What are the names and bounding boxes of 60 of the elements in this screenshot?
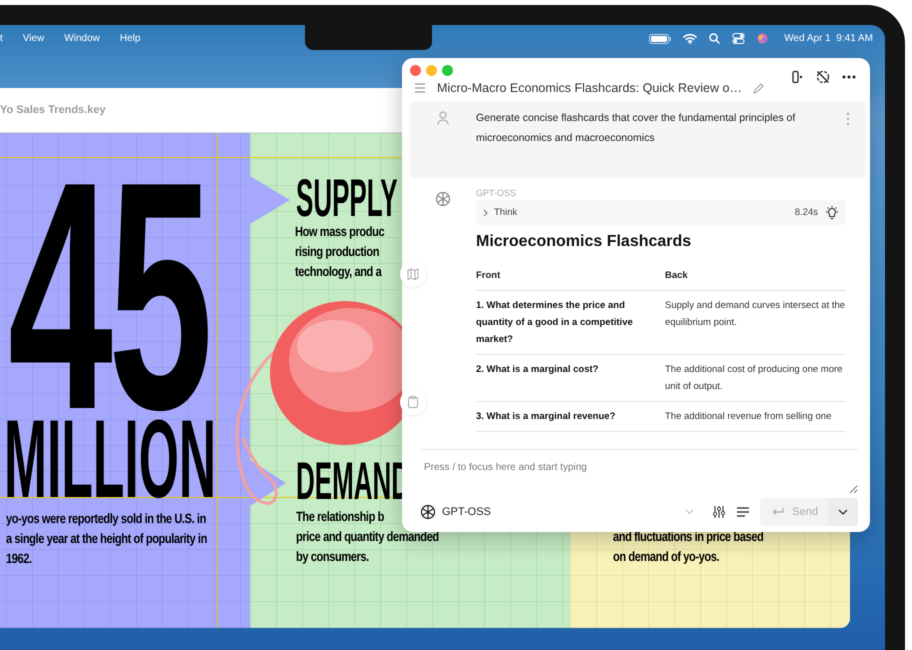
pencil-icon[interactable] (752, 82, 764, 94)
table-cell: 2. What is a marginal cost? (476, 354, 665, 402)
close-button[interactable] (410, 65, 421, 76)
chevron-down-icon (838, 509, 848, 515)
table-cell: 1. What determines the price and quantity of a good in a competitive market? (476, 290, 665, 354)
response-heading: Microeconomics Flashcards (476, 233, 692, 251)
lightbulb-icon (824, 204, 840, 220)
zoom-button[interactable] (442, 65, 453, 76)
map-icon (407, 268, 419, 280)
person-icon (437, 111, 449, 125)
slide-text-line: and fluctuations in price based (613, 528, 764, 546)
slide-text-line: on demand of yo-yos. (613, 548, 720, 566)
side-button[interactable] (400, 261, 426, 287)
clipboard-icon (408, 396, 418, 408)
pointer-triangle (250, 176, 290, 224)
side-button[interactable] (400, 389, 426, 415)
slide-text-line: rising production (295, 243, 380, 261)
table-cell: The additional cost of producing one more unit of output. (665, 354, 846, 402)
menu-bar-clock[interactable]: Wed Apr 1 9:41 AM (784, 33, 873, 44)
menu-icon[interactable] (414, 83, 426, 93)
colorful-orb-icon[interactable] (757, 33, 768, 44)
knot-logo-icon (435, 191, 451, 207)
menu-item[interactable]: t (0, 33, 3, 44)
slide-text-line: The relationship b (296, 508, 384, 526)
model-label: GPT-OSS (476, 188, 518, 198)
panel-toggle-icon[interactable] (790, 70, 804, 84)
battery-icon[interactable] (649, 34, 672, 44)
slide-text-line: How mass produc (295, 223, 384, 241)
think-toggle[interactable]: Think 8.24s (476, 200, 846, 225)
supply-heading: SUPPLY (296, 178, 398, 220)
duration-label: 8.24s (794, 207, 818, 218)
table-cell: The additional revenue from selling one (665, 402, 846, 432)
slide-text-line: price and quantity demanded (296, 528, 439, 546)
column-header: Front (476, 267, 665, 290)
user-message: Generate concise flashcards that cover the fundamental principles of microeconomics and macroeconomics (476, 111, 796, 146)
slide-text-line: by consumers. (296, 548, 369, 566)
toggle-switches-icon[interactable] (732, 33, 746, 44)
more-icon[interactable] (842, 75, 856, 79)
column-header: Back (665, 267, 846, 290)
model-selector[interactable]: GPT-OSS (420, 504, 702, 520)
wifi-icon[interactable] (683, 33, 698, 44)
pointer-triangle (250, 460, 286, 506)
chat-title: Micro-Macro Economics Flashcards: Quick Review o… (437, 81, 742, 95)
search-icon[interactable] (709, 33, 720, 44)
window-title: Yo Sales Trends.key (0, 104, 106, 116)
table-cell: 3. What is a marginal revenue? (476, 402, 665, 432)
return-icon (772, 507, 784, 517)
sliders-icon[interactable] (712, 505, 726, 519)
vertical-more-icon[interactable] (846, 112, 850, 126)
slide-text-line: technology, and a (295, 263, 382, 281)
chevron-down-icon (685, 509, 694, 515)
stat-caption: yo-yos were reportedly sold in the U.S. in a single year at the height of popularity in 1962. (6, 510, 208, 568)
lines-icon[interactable] (736, 506, 750, 518)
menu-item[interactable]: Help (120, 33, 140, 44)
menu-item[interactable]: View (22, 33, 44, 44)
knot-logo-icon (420, 504, 436, 520)
menu-item[interactable]: Window (64, 33, 100, 44)
table-cell: Supply and demand curves intersect at the equilibrium point. (665, 290, 846, 354)
crossed-circle-icon[interactable] (816, 70, 830, 84)
chevron-icon (482, 208, 488, 216)
